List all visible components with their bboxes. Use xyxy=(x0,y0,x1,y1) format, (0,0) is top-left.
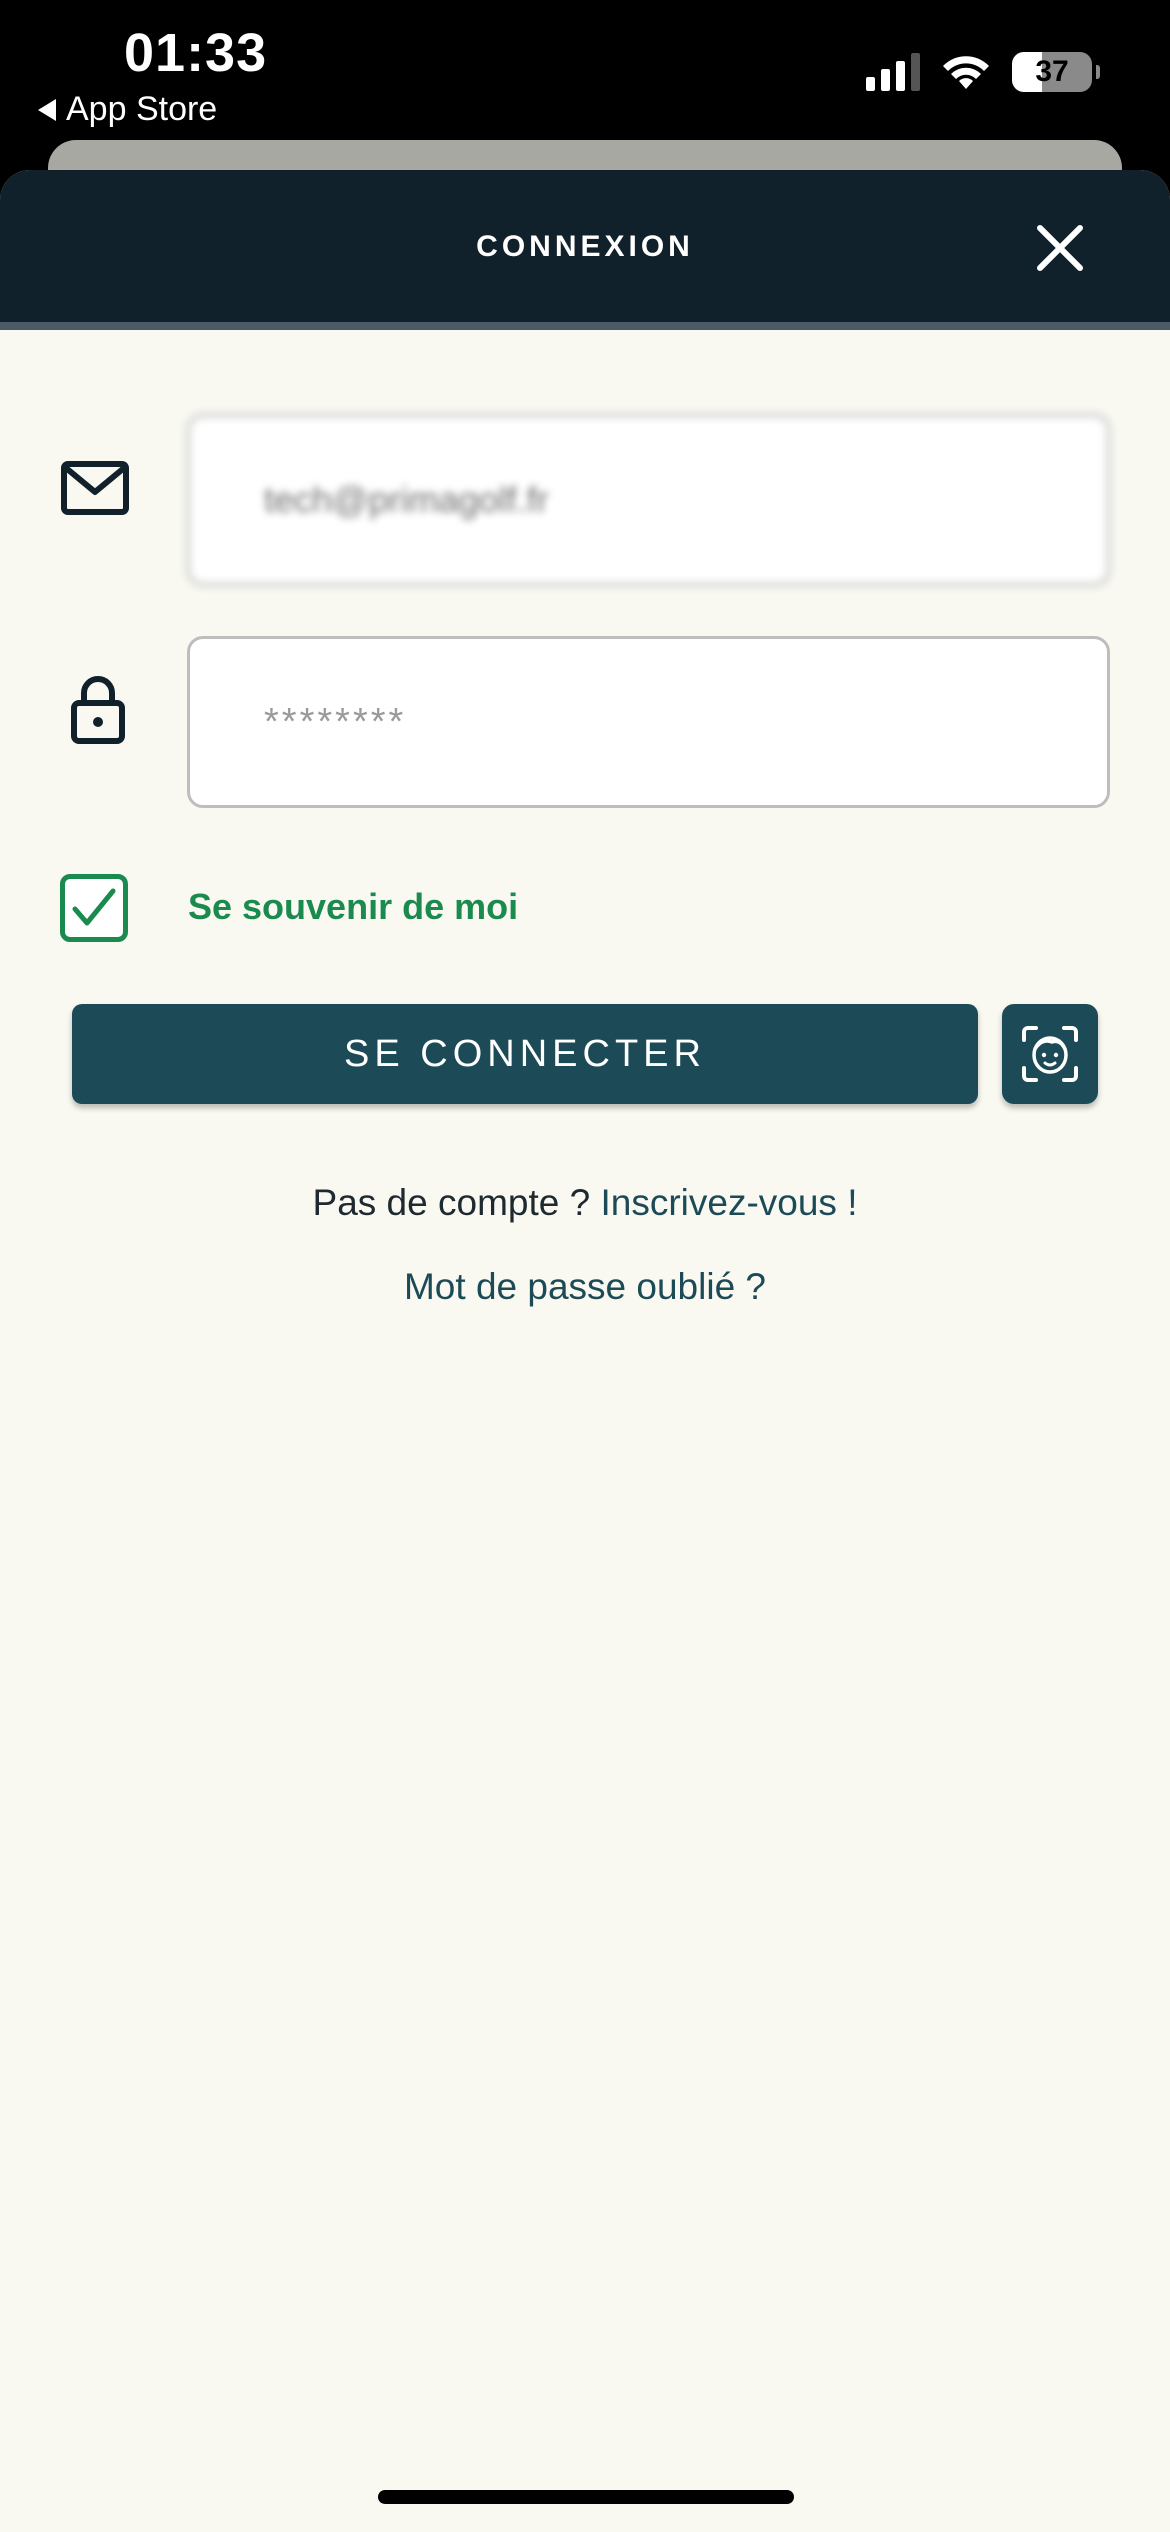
login-modal: CONNEXION tech@primagolf.fr ******** Se … xyxy=(0,170,1170,2532)
status-bar: 01:33 App Store 37 xyxy=(0,0,1170,150)
close-icon xyxy=(1037,225,1083,271)
back-arrow-icon xyxy=(38,98,56,121)
face-id-icon xyxy=(1022,1026,1078,1082)
mail-icon xyxy=(60,460,130,521)
cellular-signal-icon xyxy=(866,53,920,91)
battery-level: 37 xyxy=(1035,55,1069,88)
checkmark-icon xyxy=(72,888,116,926)
email-field[interactable]: tech@primagolf.fr xyxy=(187,414,1110,586)
signup-link[interactable]: Inscrivez-vous ! xyxy=(600,1182,857,1223)
battery-icon: 37 xyxy=(1012,52,1100,92)
email-value: tech@primagolf.fr xyxy=(264,479,549,520)
home-indicator xyxy=(378,2490,794,2504)
system-icons: 37 xyxy=(866,52,1100,92)
login-button-label: SE CONNECTER xyxy=(344,1032,706,1075)
no-account-text: Pas de compte ? xyxy=(312,1182,591,1223)
face-id-button[interactable] xyxy=(1002,1004,1098,1104)
close-button[interactable] xyxy=(1030,218,1090,278)
login-button[interactable]: SE CONNECTER xyxy=(72,1004,978,1104)
back-to-app-store[interactable]: App Store xyxy=(38,90,217,129)
lock-icon xyxy=(70,673,126,750)
modal-header: CONNEXION xyxy=(0,170,1170,330)
password-value: ******** xyxy=(264,700,407,743)
back-app-label: App Store xyxy=(66,90,218,128)
remember-me-label[interactable]: Se souvenir de moi xyxy=(188,886,518,928)
modal-title: CONNEXION xyxy=(476,230,694,263)
signup-prompt: Pas de compte ? Inscrivez-vous ! xyxy=(0,1182,1170,1224)
status-time: 01:33 xyxy=(124,23,268,83)
forgot-password-link[interactable]: Mot de passe oublié ? xyxy=(0,1266,1170,1308)
remember-me-checkbox[interactable] xyxy=(60,874,128,942)
wifi-icon xyxy=(943,56,989,89)
password-field[interactable]: ******** xyxy=(187,636,1110,808)
